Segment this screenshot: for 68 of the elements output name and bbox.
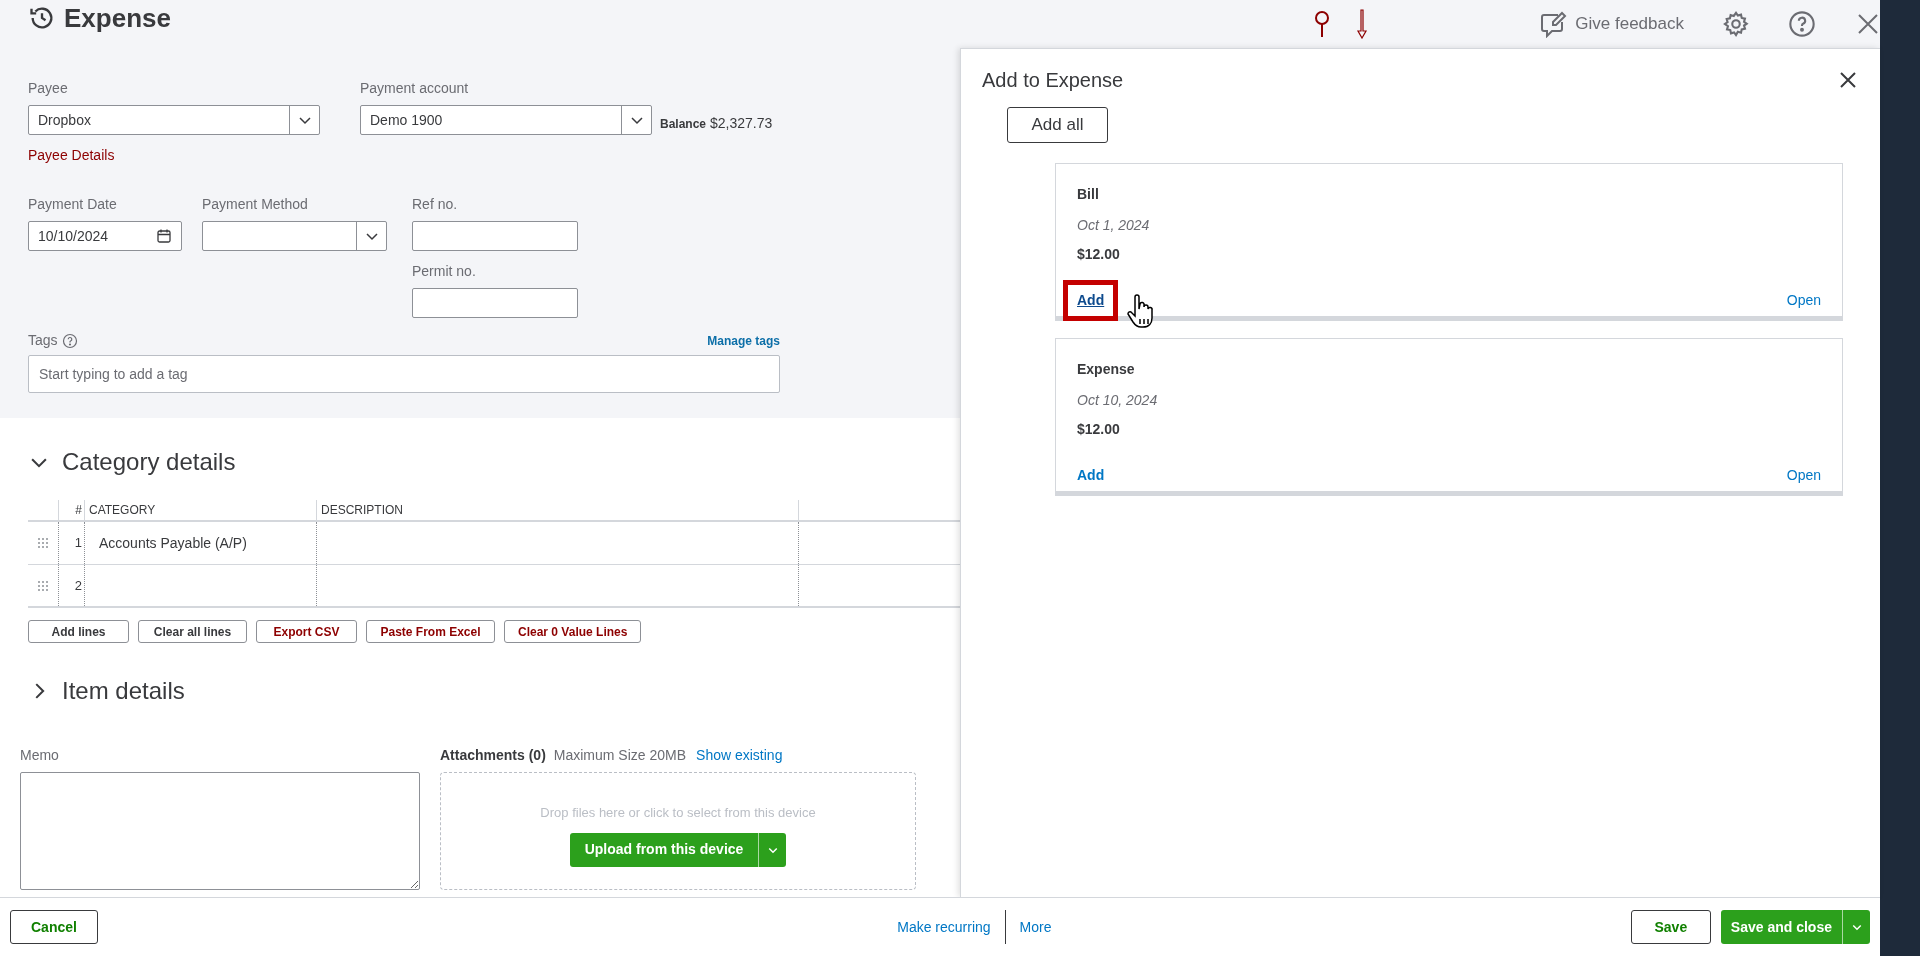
show-existing-link[interactable]: Show existing bbox=[696, 745, 783, 766]
manage-tags-link[interactable]: Manage tags bbox=[707, 331, 780, 350]
card-type: Bill bbox=[1077, 185, 1100, 204]
table-action-button[interactable]: Paste From Excel bbox=[366, 620, 495, 643]
section-toggle[interactable]: Item details bbox=[28, 673, 185, 709]
save-button[interactable]: Save bbox=[1630, 910, 1711, 944]
card-date: Oct 10, 2024 bbox=[1077, 391, 1159, 410]
table-action-button[interactable]: Clear 0 Value Lines bbox=[504, 620, 642, 643]
calendar-icon bbox=[156, 228, 172, 244]
dropdown-field[interactable]: Dropbox bbox=[28, 105, 320, 135]
attachments-label: Attachments (0) bbox=[440, 746, 546, 765]
table-action-button[interactable]: Export CSV bbox=[256, 620, 357, 643]
tags-input-field[interactable]: Start typing to add a tag bbox=[28, 355, 780, 393]
column-header: CATEGORY bbox=[84, 500, 316, 520]
page-title: Expense bbox=[64, 1, 171, 35]
column-header: # bbox=[58, 500, 84, 520]
dropdown-field[interactable]: Demo 1900 bbox=[360, 105, 652, 135]
drop-hint: Drop files here or click to select from this device bbox=[540, 804, 816, 822]
help-icon bbox=[61, 332, 78, 349]
card-amount: $12.00 bbox=[1077, 245, 1121, 264]
drag-handle-icon[interactable] bbox=[38, 580, 48, 591]
field-label: Tags bbox=[28, 331, 58, 350]
pin-icon bbox=[1314, 10, 1330, 38]
card-date: Oct 1, 2024 bbox=[1077, 216, 1151, 235]
input-field[interactable] bbox=[412, 221, 578, 251]
field-label: Ref no. bbox=[412, 195, 459, 214]
make-recurring-link[interactable]: Make recurring bbox=[897, 910, 1006, 944]
give-feedback-button[interactable]: Give feedback bbox=[1539, 10, 1684, 38]
payee-details-link[interactable]: Payee Details bbox=[28, 145, 320, 166]
add-link[interactable]: Add bbox=[1063, 455, 1119, 496]
max-size-text: Maximum Size 20MB bbox=[553, 746, 687, 765]
balance-label: Balance bbox=[660, 116, 707, 133]
more-link[interactable]: More bbox=[1005, 916, 1052, 938]
panel-title: Add to Expense bbox=[982, 68, 1124, 93]
field-label: Memo bbox=[20, 746, 60, 765]
row-number-cell: 1 bbox=[58, 522, 84, 564]
cancel-button[interactable]: Cancel bbox=[10, 910, 98, 944]
row-number-cell: 2 bbox=[58, 565, 84, 606]
open-link[interactable]: Open bbox=[1786, 465, 1821, 486]
table-action-button[interactable]: Clear all lines bbox=[138, 620, 247, 643]
column-header: DESCRIPTION bbox=[316, 500, 798, 520]
table-action-button[interactable]: Add lines bbox=[28, 620, 129, 643]
card-amount: $12.00 bbox=[1077, 420, 1121, 439]
add-all-button[interactable]: Add all bbox=[1007, 107, 1108, 143]
down-arrow-icon bbox=[1356, 9, 1368, 39]
close-icon[interactable] bbox=[1856, 12, 1880, 36]
date-field[interactable]: 10/10/2024 bbox=[28, 221, 182, 251]
dropdown-field[interactable] bbox=[202, 221, 387, 251]
feedback-icon bbox=[1539, 10, 1568, 38]
balance-amount: $2,327.73 bbox=[710, 114, 773, 133]
field-label: Payment Method bbox=[202, 195, 309, 214]
field-label: Payee bbox=[28, 79, 69, 98]
field-label: Payment Date bbox=[28, 195, 118, 214]
section-toggle[interactable]: Category details bbox=[28, 444, 236, 480]
settings-icon[interactable] bbox=[1722, 10, 1750, 38]
field-label: Permit no. bbox=[412, 262, 477, 281]
card-type: Expense bbox=[1077, 360, 1136, 379]
open-link[interactable]: Open bbox=[1786, 290, 1821, 311]
save-options-button[interactable] bbox=[1842, 910, 1870, 944]
add-link[interactable]: Add bbox=[1063, 280, 1119, 321]
table-cell[interactable]: Accounts Payable (A/P) bbox=[84, 522, 316, 564]
upload-options-button[interactable] bbox=[758, 832, 787, 867]
drag-handle-icon[interactable] bbox=[38, 538, 48, 548]
field-label: Payment account bbox=[360, 79, 470, 98]
close-icon[interactable] bbox=[1839, 71, 1857, 89]
memo-field[interactable] bbox=[20, 772, 420, 890]
help-icon[interactable] bbox=[1788, 10, 1816, 38]
input-field[interactable] bbox=[412, 288, 578, 318]
